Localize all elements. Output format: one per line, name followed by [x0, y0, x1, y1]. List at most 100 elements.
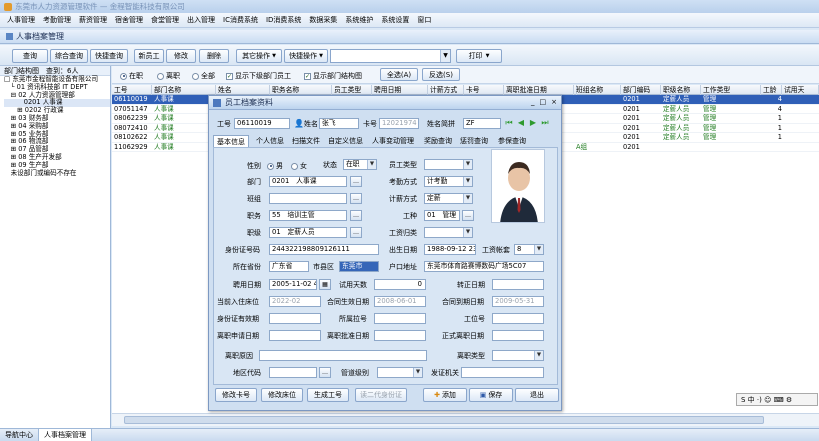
tab-insurance[interactable]: 参保查询: [495, 135, 529, 147]
delete-button[interactable]: 删除: [199, 49, 229, 63]
last-record-icon[interactable]: ⏭: [540, 118, 550, 128]
save-button[interactable]: ▣ 保存: [469, 388, 513, 402]
tab-penalty[interactable]: 惩罚查询: [457, 135, 491, 147]
post-picker-button[interactable]: …: [350, 210, 362, 221]
change-bed-button[interactable]: 修改床位: [261, 388, 303, 402]
resapprove-field[interactable]: [374, 330, 426, 341]
birth-field[interactable]: 1988-09-12 23: [424, 244, 476, 255]
cend-field[interactable]: 2009-05-31: [492, 296, 544, 307]
tab-personal-info[interactable]: 个人信息: [253, 135, 287, 147]
col-pay-method[interactable]: 计薪方式: [428, 85, 464, 95]
dept-picker-button[interactable]: …: [350, 176, 362, 187]
menu-window[interactable]: 窗口: [413, 15, 435, 25]
col-dept-name[interactable]: 部门名称: [152, 85, 216, 95]
horizontal-scrollbar[interactable]: [112, 413, 819, 426]
col-work-type[interactable]: 工作类型: [701, 85, 761, 95]
print-button[interactable]: 打印 ▼: [456, 49, 502, 63]
add-button[interactable]: ✚ 添加: [423, 388, 467, 402]
security-select[interactable]: ▼: [377, 367, 423, 378]
senior-select[interactable]: 8 ▼: [514, 244, 544, 255]
tab-personnel-archive[interactable]: 人事档案管理: [39, 429, 92, 441]
hire-field[interactable]: 2005-11-02 4: [269, 279, 317, 290]
tab-hr-change[interactable]: 人事变动管理: [369, 135, 417, 147]
team-picker-button[interactable]: …: [350, 193, 362, 204]
radio-all[interactable]: 全部: [192, 71, 215, 81]
tab-basic-info[interactable]: 基本信息: [213, 135, 249, 147]
menu-attendance[interactable]: 考勤管理: [39, 15, 75, 25]
minimize-icon[interactable]: _: [531, 98, 535, 106]
pay-select[interactable]: 定薪 ▼: [424, 193, 473, 204]
worktype-picker-button[interactable]: …: [462, 210, 474, 221]
col-resign-approve[interactable]: 离职批准日期: [504, 85, 574, 95]
edit-button[interactable]: 修改: [166, 49, 196, 63]
other-ops-button[interactable]: 其它操作 ▼: [236, 49, 282, 63]
city-field[interactable]: 东莞市: [339, 261, 379, 272]
col-grade[interactable]: 职级名称: [661, 85, 701, 95]
chevron-down-icon[interactable]: ▼: [440, 50, 450, 62]
maximize-icon[interactable]: □: [540, 98, 547, 106]
checkbox-show-sub[interactable]: ✓ 显示下级部门员工: [226, 71, 291, 81]
name-field[interactable]: 张飞: [319, 118, 359, 129]
trial-field[interactable]: 0: [374, 279, 426, 290]
read-id-card-button[interactable]: 读二代身份证: [355, 388, 407, 402]
ime-toolbar[interactable]: S 中 ·) ☺ ⌨ ⚙: [736, 393, 818, 406]
post-field[interactable]: 55 培训主管: [269, 210, 347, 221]
radio-female[interactable]: 女: [291, 161, 307, 171]
menu-dorm[interactable]: 宿舍管理: [111, 15, 147, 25]
menu-ic-consume[interactable]: IC消费系统: [219, 15, 262, 25]
tab-scan-files[interactable]: 扫描文件: [289, 135, 323, 147]
first-record-icon[interactable]: ⏮: [504, 118, 514, 128]
id-field[interactable]: 244322198809126111: [269, 244, 379, 255]
query-button[interactable]: 查询: [12, 49, 48, 63]
col-dept-code[interactable]: 部门编码: [621, 85, 661, 95]
belong-field[interactable]: [374, 313, 426, 324]
quick-query-button[interactable]: 快捷查询: [90, 49, 128, 63]
select-all-button[interactable]: 全选(A): [380, 68, 418, 81]
col-team[interactable]: 班组名称: [574, 85, 621, 95]
area-picker-button[interactable]: …: [319, 367, 331, 378]
radio-resigned[interactable]: 离职: [157, 71, 180, 81]
employee-photo[interactable]: [491, 149, 545, 223]
menu-maintenance[interactable]: 系统维护: [341, 15, 377, 25]
resapply-field[interactable]: [269, 330, 321, 341]
calendar-icon[interactable]: ▦: [319, 279, 331, 290]
station-field[interactable]: [492, 313, 544, 324]
tab-reward[interactable]: 奖励查询: [421, 135, 455, 147]
wagecat-select[interactable]: ▼: [424, 227, 473, 238]
radio-male[interactable]: 男: [267, 161, 283, 171]
close-icon[interactable]: ×: [551, 98, 557, 106]
prov-field[interactable]: 广东省: [269, 261, 309, 272]
menu-data-collect[interactable]: 数据采集: [305, 15, 341, 25]
emp-no-field[interactable]: 06110019: [234, 118, 290, 129]
radio-on-job[interactable]: 在职: [120, 71, 143, 81]
team-field[interactable]: [269, 193, 347, 204]
next-record-icon[interactable]: ▶: [528, 118, 538, 128]
change-card-button[interactable]: 修改卡号: [215, 388, 257, 402]
prev-record-icon[interactable]: ◀: [516, 118, 526, 128]
col-trial-days[interactable]: 试用天: [782, 85, 819, 95]
issue-field[interactable]: [461, 367, 544, 378]
resformal-field[interactable]: [492, 330, 544, 341]
emptype-select[interactable]: ▼: [424, 159, 473, 170]
tab-custom-info[interactable]: 自定义信息: [325, 135, 366, 147]
scrollbar-thumb[interactable]: [124, 416, 764, 424]
menu-id-consume[interactable]: ID消费系统: [262, 15, 305, 25]
checkbox-show-struct[interactable]: ✓ 显示部门结构图: [304, 71, 362, 81]
curlive-field[interactable]: 2022-02: [269, 296, 321, 307]
menu-salary[interactable]: 薪资管理: [75, 15, 111, 25]
resreason-field[interactable]: [259, 350, 427, 361]
col-card-no[interactable]: 卡号: [464, 85, 504, 95]
menu-settings[interactable]: 系统设置: [377, 15, 413, 25]
worktype-field[interactable]: 01 管理: [424, 210, 460, 221]
new-employee-button[interactable]: 新员工: [134, 49, 164, 63]
col-seniority[interactable]: 工龄: [761, 85, 782, 95]
col-emp-no[interactable]: 工号: [112, 85, 152, 95]
idexp-field[interactable]: [269, 313, 321, 324]
att-select[interactable]: 计考勤 ▼: [424, 176, 473, 187]
col-emp-type[interactable]: 员工类型: [332, 85, 372, 95]
col-name[interactable]: 姓名: [216, 85, 270, 95]
search-combo[interactable]: ▼: [330, 49, 451, 63]
area-field[interactable]: [269, 367, 317, 378]
generate-emp-no-button[interactable]: 生成工号: [307, 388, 349, 402]
regular-field[interactable]: [492, 279, 544, 290]
